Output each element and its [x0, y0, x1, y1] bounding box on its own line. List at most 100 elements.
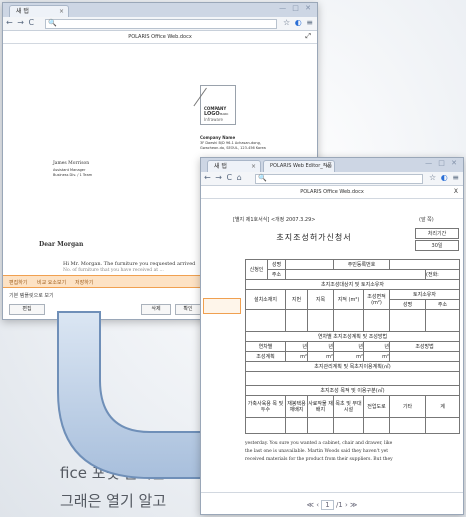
name-field[interactable]	[285, 259, 334, 270]
tab-bar: 새 탭 × — □ ✕	[3, 3, 317, 17]
close-icon[interactable]: ×	[59, 6, 64, 17]
star-icon[interactable]: ☆	[429, 173, 437, 182]
toolbar-save[interactable]: 저장하기	[75, 279, 93, 286]
purpose-cell[interactable]	[362, 417, 391, 434]
browser-tools: ☆ ◐ ≡	[283, 18, 314, 27]
tab-label: POLARIS Web Editor_작품	[270, 163, 332, 169]
m2-unit: m²	[362, 351, 391, 362]
mgmt-field[interactable]	[244, 371, 461, 386]
search-icon: 🔍	[258, 174, 267, 182]
document-text-2: the last one is unavailable. Martin Wood…	[245, 449, 389, 454]
confirm-button[interactable]: 확인	[175, 304, 201, 315]
site-cell[interactable]	[285, 309, 308, 332]
page-input[interactable]: 1	[321, 500, 334, 510]
bottom-col: 목초 및 부대시설	[333, 395, 364, 418]
plan-row-plan: 조성계획	[245, 351, 286, 362]
pagination: ≪ ‹ 1 /1 › ≫	[201, 500, 463, 510]
nav-buttons[interactable]: ← → C	[6, 18, 35, 27]
m2-unit: m²	[285, 351, 308, 362]
cattle-label: 가축사육용 목 및 두수	[245, 395, 286, 418]
bottom-col: 전업도로	[362, 395, 391, 418]
bottom-col: 계	[425, 395, 461, 418]
toolbar-edit[interactable]: 편집하기	[9, 279, 27, 286]
purpose-cell[interactable]	[285, 417, 308, 434]
applicant-label: 신청인	[245, 259, 268, 280]
site-cell[interactable]	[307, 309, 334, 332]
close-icon[interactable]: ×	[251, 161, 256, 172]
company-address-2: Gwacheon-do, SEOUL, 123-456 Korea	[200, 146, 266, 150]
site-section-title: 초지조성대상지 및 토지소유자	[244, 279, 461, 290]
method-field[interactable]	[389, 351, 461, 362]
url-input[interactable]: 🔍	[45, 19, 277, 29]
background-caption-1: 등	[83, 437, 97, 455]
plan-unit: 년	[307, 341, 334, 352]
nav-buttons[interactable]: ← → C ⌂	[204, 173, 243, 182]
owner-address-label: 주소	[425, 299, 461, 310]
bottom-col: 기타	[389, 395, 427, 418]
form-side: (앞 쪽)	[419, 217, 434, 223]
close-icon[interactable]: X	[454, 188, 458, 195]
tab-new[interactable]: 새 탭 ×	[207, 160, 261, 172]
letter-body-2: No. of furniture that you have received …	[63, 268, 164, 273]
plan-unit: 년	[285, 341, 308, 352]
template-dropdown[interactable]: 기본 템플릿으로 보기	[9, 292, 54, 299]
url-input[interactable]: 🔍	[255, 174, 423, 184]
site-cell[interactable]	[362, 309, 391, 332]
purpose-cell[interactable]	[389, 417, 427, 434]
document-title: POLARIS Office Web.docx	[300, 189, 364, 195]
edit-button[interactable]: 편집	[9, 304, 45, 315]
menu-icon[interactable]: ≡	[452, 173, 460, 182]
form-reference: [별지 제1호서식] <개정 2007.3.29>	[233, 217, 316, 223]
company-logo: COMPANY LOGOMARK Infraware	[193, 85, 236, 125]
delete-button[interactable]: 삭제	[141, 304, 171, 315]
extension-icon[interactable]: ◐	[441, 173, 449, 182]
tab-label: 새 탭	[214, 163, 227, 170]
browser-window-front: 새 탭 × POLARIS Web Editor_작품 × — □ ✕ ← → …	[200, 157, 464, 515]
bottom-col: 사료작물 재배지	[307, 395, 334, 418]
address-bar: ← → C ⌂ 🔍 ☆ ◐ ≡	[201, 172, 463, 186]
background-caption-3: 그래은 열기 알고	[60, 492, 167, 510]
rrn-label: 주민등록번호	[332, 259, 391, 270]
toolbar-compare[interactable]: 비교 요소보기	[37, 279, 66, 286]
purpose-cell[interactable]	[307, 417, 334, 434]
document-text-1: yesterday. You sure you wanted a cabinet…	[245, 441, 393, 446]
m2-unit: m²	[333, 351, 364, 362]
purpose-cell[interactable]	[333, 417, 364, 434]
purpose-cell[interactable]	[425, 417, 461, 434]
purpose-section-title: 초지조성 목적 및 이용구분(㎡)	[244, 385, 461, 396]
form-title: 초지조성허가신청서	[276, 233, 352, 242]
tab-polaris-editor[interactable]: POLARIS Web Editor_작품 ×	[263, 160, 335, 172]
extension-icon[interactable]: ◐	[295, 18, 303, 27]
browser-tools: ☆ ◐ ≡	[429, 173, 460, 182]
company-name: Company Name	[200, 135, 236, 140]
site-cell[interactable]	[245, 309, 286, 332]
period-value: 30일	[415, 240, 459, 251]
plan-row-year: 연차별	[245, 341, 286, 352]
address-field[interactable]	[284, 269, 427, 280]
window-controls[interactable]: — □ ✕	[279, 4, 313, 12]
menu-icon[interactable]: ≡	[306, 18, 314, 27]
close-icon[interactable]: ×	[325, 161, 330, 172]
tab-bar: 새 탭 × POLARIS Web Editor_작품 × — □ ✕	[201, 158, 463, 172]
site-cell[interactable]	[333, 309, 364, 332]
letter-body: Hi Mr. Morgan. The furniture you request…	[63, 261, 196, 267]
fullscreen-icon[interactable]: ⤢	[305, 32, 311, 41]
site-cell[interactable]	[389, 309, 427, 332]
rrn-field[interactable]	[389, 259, 461, 270]
m2-unit: m²	[307, 351, 334, 362]
divider	[201, 492, 463, 493]
star-icon[interactable]: ☆	[283, 18, 291, 27]
name-label: 성명	[267, 259, 286, 270]
plan-section-title: 연차별 초지조성계획 및 조성방법	[244, 331, 461, 342]
site-cell[interactable]	[425, 309, 461, 332]
window-controls[interactable]: — □ ✕	[425, 159, 459, 167]
sender-dept: Business Div. / 1 Team	[53, 173, 93, 177]
site-col-location: 설치소재지	[245, 289, 286, 310]
sender-title: Assistant Manager	[53, 168, 86, 172]
mgmt-section-title: 초지관리계획 및 목초지이용계획(㎡)	[244, 361, 461, 372]
purpose-cell[interactable]	[245, 417, 286, 434]
tab-new[interactable]: 새 탭 ×	[9, 5, 69, 17]
owner-name-label: 성명	[389, 299, 427, 310]
next-page-button[interactable]: › ≫	[345, 501, 357, 509]
prev-page-button[interactable]: ≪ ‹	[307, 501, 319, 509]
